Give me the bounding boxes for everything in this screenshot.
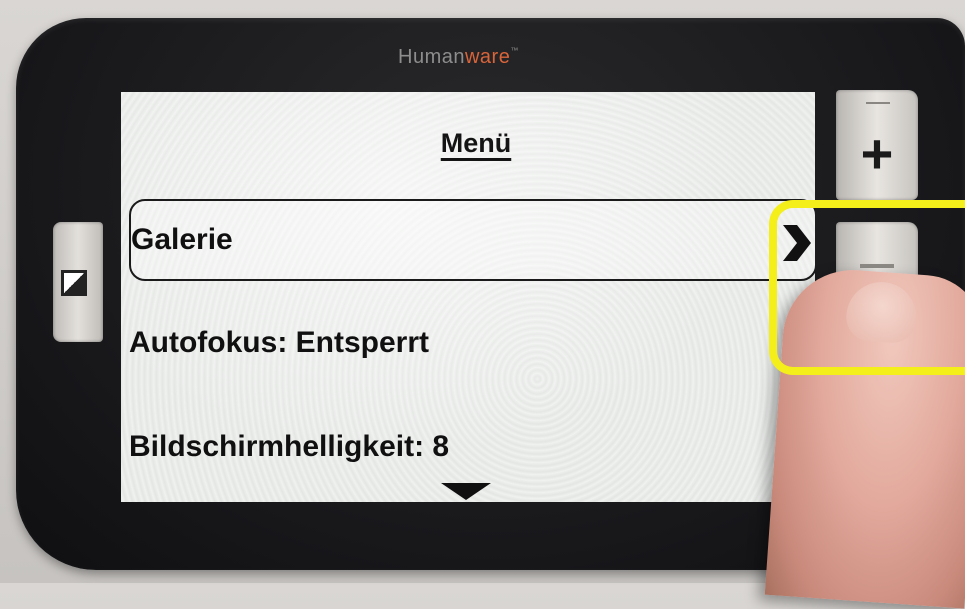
menu-item-bildschirmhelligkeit[interactable]: Bildschirmhelligkeit: 8 <box>129 408 815 486</box>
menu-item-galerie[interactable]: Galerie <box>129 199 815 281</box>
menu-item-autofokus[interactable]: Autofokus: Entsperrt <box>129 304 815 382</box>
menu-item-label: Galerie <box>131 223 233 256</box>
zoom-in-button[interactable]: + <box>836 90 918 200</box>
button-ridge <box>866 102 890 104</box>
highlight-box <box>769 200 965 375</box>
scroll-down-icon[interactable] <box>441 483 491 500</box>
plus-icon: + <box>860 122 894 185</box>
device-screen: Menü Galerie Autofokus: Entsperrt Bildsc… <box>121 92 815 502</box>
contrast-icon <box>61 270 87 296</box>
contrast-button[interactable] <box>53 222 103 342</box>
menu-title: Menü <box>440 128 512 158</box>
menu-item-label: Bildschirmhelligkeit: 8 <box>129 430 450 463</box>
menu-item-label: Autofokus: Entsperrt <box>129 326 429 359</box>
brand-logo: Humanware™ <box>398 46 519 68</box>
